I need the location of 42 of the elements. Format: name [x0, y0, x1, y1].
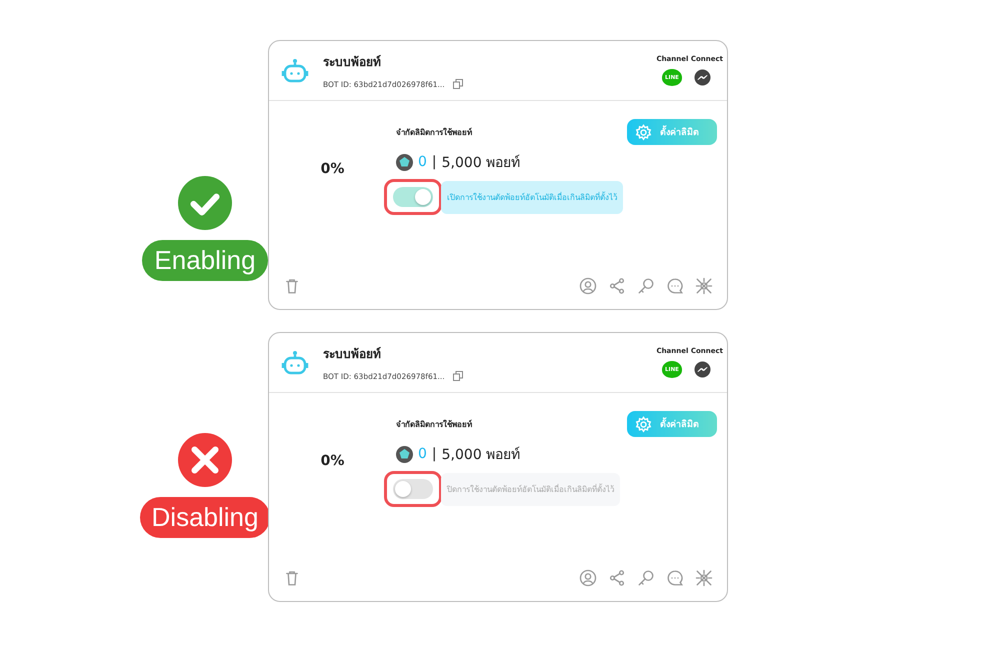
- chat-icon[interactable]: [666, 277, 684, 295]
- robot-icon: [281, 350, 309, 376]
- check-icon: [178, 176, 232, 230]
- gear-icon: [635, 416, 652, 432]
- key-icon[interactable]: [637, 569, 655, 587]
- limit-title: จำกัดลิมิตการใช้พอยท์: [396, 126, 472, 138]
- bot-title: ระบบพ้อยท์: [323, 54, 382, 71]
- chat-icon[interactable]: [666, 569, 684, 587]
- gear-icon: [635, 124, 652, 140]
- messenger-icon[interactable]: [694, 69, 711, 86]
- set-limit-button[interactable]: ตั้งค่าลิมิต: [627, 411, 717, 437]
- toggle-label: เปิดการใช้งานตัดพ้อยท์อัตโนมัติเมื่อเกินลิมิตที่ตั้งไว้: [441, 180, 623, 214]
- total-points: 5,000 พอยท์: [442, 446, 520, 465]
- toggle-label: ปิดการใช้งานตัดพ้อยท์อัตโนมัติเมื่อเกินลิมิตที่ตั้งไว้: [441, 472, 620, 506]
- share-icon[interactable]: [608, 569, 626, 587]
- status-label: Disabling: [140, 497, 270, 538]
- point-coin-icon: [396, 446, 413, 462]
- toggle-switch[interactable]: [393, 479, 433, 499]
- set-limit-button[interactable]: ตั้งค่าลิมิต: [627, 119, 717, 145]
- separator: |: [432, 154, 437, 170]
- user-icon[interactable]: [579, 569, 597, 587]
- toggle-switch[interactable]: [393, 187, 433, 207]
- point-coin-icon: [396, 154, 413, 170]
- user-icon[interactable]: [579, 277, 597, 295]
- usage-percent: 0%: [320, 452, 346, 471]
- key-icon[interactable]: [637, 277, 655, 295]
- total-points: 5,000 พอยท์: [442, 154, 520, 173]
- usage-percent: 0%: [320, 160, 346, 179]
- trash-icon[interactable]: [283, 569, 301, 587]
- trash-icon[interactable]: [283, 277, 301, 295]
- copy-icon[interactable]: [452, 371, 463, 381]
- cross-icon: [178, 433, 232, 487]
- bot-title: ระบบพ้อยท์: [323, 346, 382, 363]
- limit-title: จำกัดลิมิตการใช้พอยท์: [396, 418, 472, 430]
- status-label: Enabling: [142, 240, 268, 281]
- separator: |: [432, 446, 437, 462]
- copy-icon[interactable]: [452, 79, 463, 89]
- share-icon[interactable]: [608, 277, 626, 295]
- used-points: 0: [418, 154, 427, 170]
- messenger-icon[interactable]: [694, 361, 711, 378]
- robot-icon: [281, 58, 309, 84]
- used-points: 0: [418, 446, 427, 462]
